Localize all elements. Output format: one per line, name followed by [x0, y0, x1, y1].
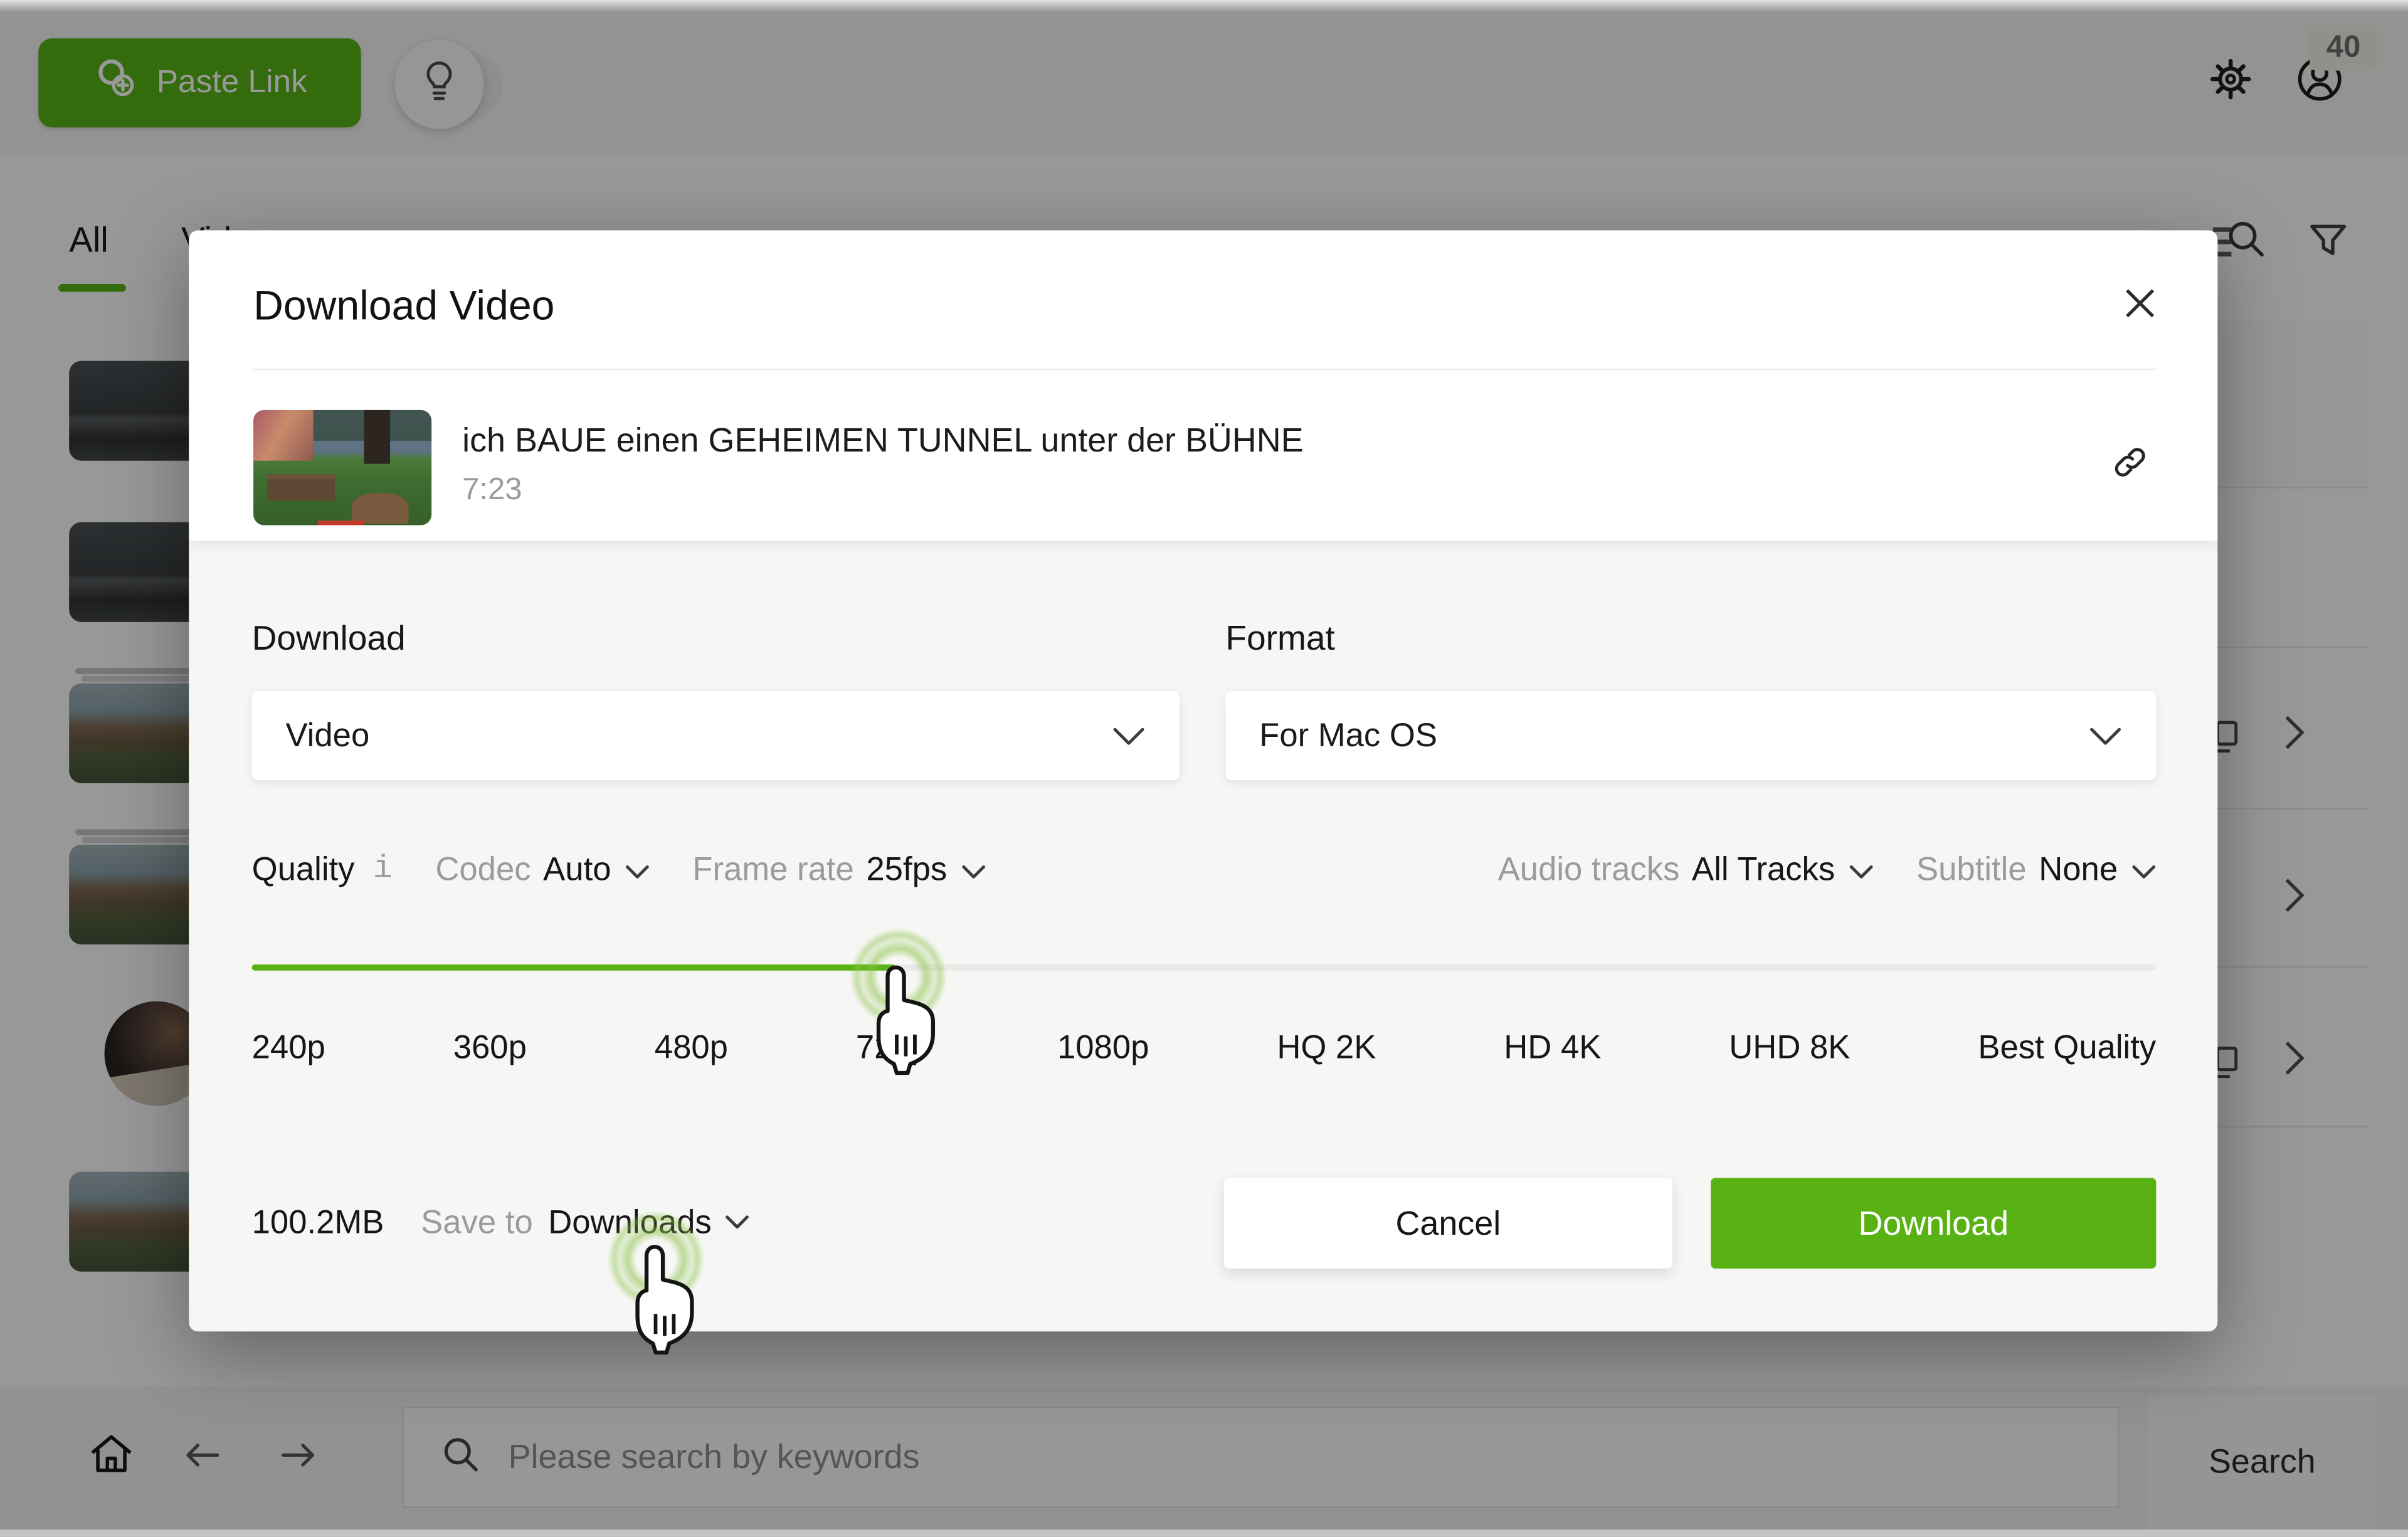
- quality-slider-fill: [252, 964, 895, 971]
- quality-step[interactable]: 480p: [655, 1029, 728, 1067]
- close-button[interactable]: [2125, 288, 2153, 316]
- quality-step[interactable]: UHD 8K: [1729, 1029, 1850, 1067]
- format-select[interactable]: For Mac OS: [1225, 691, 2156, 780]
- quality-step[interactable]: 240p: [252, 1029, 325, 1067]
- framerate-label: Frame rate: [692, 850, 853, 889]
- codec-value[interactable]: Auto: [543, 850, 611, 889]
- quality-step[interactable]: HD 4K: [1504, 1029, 1601, 1067]
- download-type-value: Video: [286, 716, 370, 754]
- quality-step[interactable]: Best Quality: [1978, 1029, 2156, 1067]
- download-type-select[interactable]: Video: [252, 691, 1180, 780]
- format-value: For Mac OS: [1259, 716, 1437, 754]
- download-button[interactable]: Download: [1711, 1178, 2156, 1268]
- download-field-label: Download: [252, 619, 406, 659]
- quality-step[interactable]: 360p: [453, 1029, 527, 1067]
- dialog-title: Download Video: [253, 283, 554, 330]
- chevron-down-icon[interactable]: [726, 1210, 750, 1237]
- quality-step-labels: 240p 360p 480p 720p 1080p HQ 2K HD 4K UH…: [252, 1029, 2157, 1067]
- chevron-down-icon: [2089, 716, 2123, 754]
- video-duration: 7:23: [462, 473, 522, 508]
- quality-label: Quality: [252, 850, 355, 889]
- audio-tracks-label: Audio tracks: [1498, 850, 1680, 889]
- thumbnail-detail: [351, 493, 408, 523]
- subtitle-value[interactable]: None: [2039, 850, 2118, 889]
- quality-slider[interactable]: [252, 964, 2157, 971]
- chevron-down-icon[interactable]: [625, 850, 650, 889]
- subtitle-label: Subtitle: [1916, 850, 2027, 889]
- thumbnail-facecam: [253, 410, 314, 461]
- quality-options-row: Quality i Codec Auto Frame rate 25fps: [252, 838, 2157, 900]
- app-window: Paste Link: [0, 0, 2408, 1537]
- codec-label: Codec: [435, 850, 531, 889]
- audio-tracks-value[interactable]: All Tracks: [1692, 850, 1835, 889]
- chevron-down-icon[interactable]: [2131, 850, 2156, 889]
- video-title: ich BAUE einen GEHEIMEN TUNNEL unter der…: [462, 421, 1998, 461]
- info-icon[interactable]: i: [373, 852, 393, 887]
- quality-step[interactable]: HQ 2K: [1277, 1029, 1376, 1067]
- cancel-button[interactable]: Cancel: [1224, 1178, 1672, 1268]
- thumbnail-progress: [317, 520, 364, 525]
- thumbnail-detail: [364, 410, 391, 463]
- file-size: 100.2MB: [252, 1204, 384, 1242]
- hand-cursor-save-to: [626, 1241, 706, 1362]
- dialog-header-section: Download Video ich BAUE einen GEHEIMEN T…: [189, 230, 2217, 541]
- chevron-down-icon: [1112, 716, 1146, 754]
- thumbnail-detail: [268, 475, 335, 500]
- format-field-label: Format: [1225, 619, 1335, 659]
- header-divider: [253, 369, 2156, 370]
- download-video-dialog: Download Video ich BAUE einen GEHEIMEN T…: [189, 230, 2217, 1331]
- source-link-icon[interactable]: [2110, 442, 2150, 482]
- chevron-down-icon[interactable]: [961, 850, 985, 889]
- window-top-edge: [0, 0, 2408, 13]
- hand-cursor-slider: [868, 961, 948, 1082]
- video-thumbnail: [253, 410, 431, 526]
- framerate-value[interactable]: 25fps: [866, 850, 947, 889]
- chevron-down-icon[interactable]: [1849, 850, 1873, 889]
- quality-step[interactable]: 1080p: [1057, 1029, 1149, 1067]
- save-to-label: Save to: [421, 1204, 533, 1242]
- window-bottom-edge: [0, 1529, 2408, 1537]
